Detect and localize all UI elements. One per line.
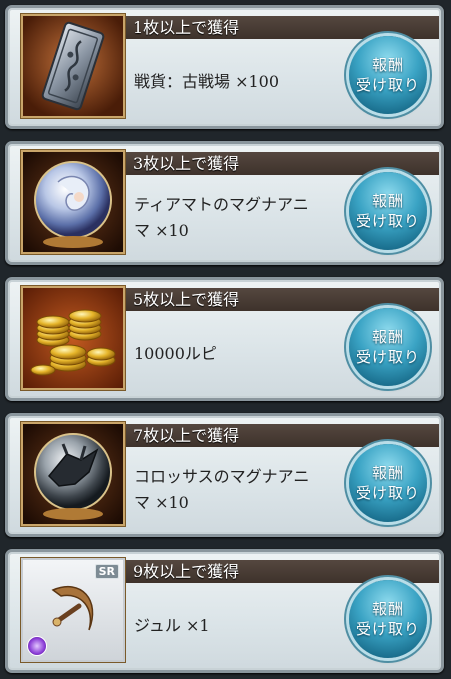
reward-card-7: 7枚以上で獲得 コロッサスのマグナアニ マ ×10 報酬 受け取り bbox=[5, 413, 444, 537]
claim-reward-button[interactable]: 報酬 受け取り bbox=[349, 172, 427, 250]
reward-card-5: 5枚以上で獲得 10000ルピ 報酬 受け取り bbox=[5, 277, 444, 401]
reward-description-line1: コロッサスのマグナアニ bbox=[134, 467, 310, 486]
reward-description-line2: マ ×10 bbox=[134, 493, 189, 512]
claim-reward-button[interactable]: 報酬 受け取り bbox=[349, 444, 427, 522]
claim-button-label-2: 受け取り bbox=[355, 348, 420, 366]
colossus-anima-orb-icon bbox=[21, 422, 125, 526]
claim-button-label-1: 報酬 bbox=[371, 192, 404, 210]
war-coin-card-icon bbox=[21, 14, 125, 118]
reward-description: コロッサスのマグナアニ マ ×10 bbox=[134, 450, 344, 530]
claim-button-label-1: 報酬 bbox=[371, 328, 404, 346]
reward-description: ティアマトのマグナアニ マ ×10 bbox=[134, 178, 344, 258]
reward-card-1: 1枚以上で獲得 戦貨：古戦場 ×100 報酬 受け取り bbox=[5, 5, 444, 129]
reward-card-9: SR 9枚以上で獲得 ジュル ×1 報酬 受け取り bbox=[5, 549, 444, 673]
reward-description: 10000ルピ bbox=[134, 314, 344, 394]
claim-button-label-1: 報酬 bbox=[371, 56, 404, 74]
claim-button-label-2: 受け取り bbox=[355, 484, 420, 502]
reward-description-line1: 戦貨：古戦場 ×100 bbox=[134, 72, 280, 91]
claim-button-label-1: 報酬 bbox=[371, 464, 404, 482]
tiamat-anima-orb-icon bbox=[21, 150, 125, 254]
reward-description: ジュル ×1 bbox=[134, 586, 344, 666]
reward-description: 戦貨：古戦場 ×100 bbox=[134, 42, 344, 122]
rupie-coins-icon bbox=[21, 286, 125, 390]
claim-reward-button[interactable]: 報酬 受け取り bbox=[349, 36, 427, 114]
reward-description-line1: 10000ルピ bbox=[134, 344, 217, 363]
reward-description-line1: ティアマトのマグナアニ bbox=[134, 195, 309, 214]
claim-reward-button[interactable]: 報酬 受け取り bbox=[349, 308, 427, 386]
element-orb-icon bbox=[27, 636, 47, 656]
claim-reward-button[interactable]: 報酬 受け取り bbox=[349, 580, 427, 658]
claim-button-label-2: 受け取り bbox=[355, 620, 420, 638]
rarity-badge: SR bbox=[94, 564, 119, 579]
claim-button-label-1: 報酬 bbox=[371, 600, 404, 618]
reward-list: 1枚以上で獲得 戦貨：古戦場 ×100 報酬 受け取り 3枚以上で獲得 ティアマ… bbox=[0, 0, 451, 679]
reward-description-line2: マ ×10 bbox=[134, 221, 189, 240]
jur-weapon-icon: SR bbox=[21, 558, 125, 662]
reward-description-line1: ジュル ×1 bbox=[134, 616, 210, 635]
claim-button-label-2: 受け取り bbox=[355, 212, 420, 230]
claim-button-label-2: 受け取り bbox=[355, 76, 420, 94]
reward-card-3: 3枚以上で獲得 ティアマトのマグナアニ マ ×10 報酬 受け取り bbox=[5, 141, 444, 265]
